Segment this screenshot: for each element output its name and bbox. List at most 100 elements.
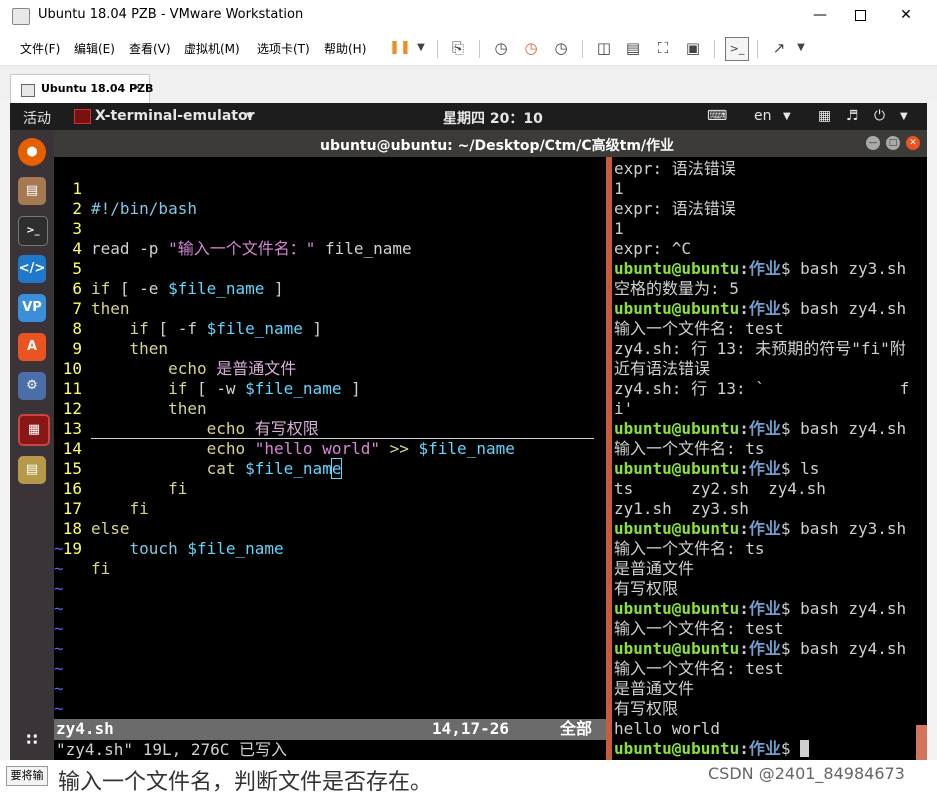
command-text: $ ls [780, 459, 820, 478]
prompt-dir: 作业 [748, 639, 781, 658]
prompt-dir: 作业 [748, 259, 781, 278]
code-line: 9 echo 是普通文件 [54, 319, 606, 378]
code-line: 16 fi [54, 459, 606, 518]
empty-line-tilde: ~ [54, 679, 64, 698]
menu-tabs[interactable]: 选项卡(T) [257, 40, 310, 57]
terminal-icon[interactable]: >_ [18, 216, 48, 246]
empty-line-tilde: ~ [54, 539, 64, 558]
clock[interactable]: 星期四 20：10 [443, 108, 543, 128]
output-line: 是普通文件 [614, 559, 695, 578]
visual-paradigm-icon[interactable]: VP [18, 294, 46, 322]
shell-scrollbar-thumb[interactable] [916, 725, 927, 760]
empty-line-tilde: ~ [54, 619, 64, 638]
prompt-line: ubuntu@ubuntu:作业$ ls [614, 459, 819, 479]
snapshot-manager-icon[interactable]: ◷ [550, 37, 572, 59]
full-screen-icon[interactable]: ◫ [593, 37, 615, 59]
code-line: 5 if [ -e $file_name ] [54, 239, 606, 298]
pause-icon[interactable]: ❚❚ [389, 37, 411, 59]
output-line: 空格的数量为: 5 [614, 279, 739, 298]
left-edge [0, 103, 10, 760]
output-line: 输入一个文件名: ts [614, 539, 765, 558]
language-indicator[interactable]: en [754, 108, 772, 124]
code-line: 4 [54, 219, 606, 258]
command-text: $ bash zy3.sh [780, 519, 907, 538]
terminal-minimize-icon[interactable]: — [866, 136, 880, 150]
terminal-view-icon[interactable]: >_ [725, 37, 749, 61]
code-line: 18 touch $file_name [54, 499, 606, 558]
menu-view[interactable]: 查看(V) [129, 40, 171, 57]
console-view-icon[interactable]: ▤ [622, 37, 644, 59]
code-line: 3 read -p "输入一个文件名：" file_name [54, 199, 606, 258]
output-line: zy4.sh: 行 13: ` f [614, 379, 910, 398]
x-terminal-icon[interactable]: ▦ [18, 414, 50, 446]
fit-window-icon[interactable]: ⛶ [652, 37, 674, 59]
shell-pane[interactable]: expr: 语法错误 1 expr: 语法错误 1 expr: ^C ubunt… [612, 157, 927, 760]
code-line: 2 [54, 179, 606, 218]
menu-edit[interactable]: 编辑(E) [74, 40, 115, 57]
command-text: $ bash zy4.sh [780, 639, 907, 658]
prompt-line: ubuntu@ubuntu:作业$ [614, 739, 810, 759]
activities-button[interactable]: 活动 [23, 108, 51, 128]
network-icon[interactable]: ▦ [818, 108, 831, 124]
menu-help[interactable]: 帮助(H) [324, 40, 366, 57]
software-center-icon[interactable]: A [18, 333, 46, 361]
unity-icon[interactable]: ▣ [682, 37, 704, 59]
code-line: 7 if [ -f $file_name ] [54, 279, 606, 338]
prompt-colon: : [739, 259, 749, 278]
toolbar-separator [582, 40, 583, 58]
file-manager-icon[interactable]: ▤ [18, 177, 46, 205]
prompt-colon: : [739, 519, 749, 538]
terminal-close-icon[interactable]: ✕ [906, 136, 920, 150]
code-line: 12 echo 有写权限 [54, 379, 606, 438]
snapshot-icon[interactable]: ◷ [490, 37, 512, 59]
vm-titlebar: Ubuntu 18.04 PZB - VMware Workstation — … [0, 0, 937, 31]
output-line: expr: ^C [614, 239, 692, 258]
vm-tab[interactable]: Ubuntu 18.04 PZB ✕ [10, 74, 153, 104]
prompt-dir: 作业 [748, 419, 781, 438]
prompt-line: ubuntu@ubuntu:作业$ bash zy3.sh [614, 259, 906, 279]
terminal-maximize-icon[interactable]: □ [886, 136, 900, 150]
app-menu[interactable]: X-terminal-emulator [95, 108, 254, 124]
prompt-dir: 作业 [748, 459, 781, 478]
system-menu-arrow-icon[interactable]: ▼ [900, 111, 908, 122]
revert-snapshot-icon[interactable]: ◷ [520, 37, 542, 59]
power-icon[interactable]: ⏻ [874, 108, 885, 124]
menu-vm[interactable]: 虚拟机(M) [184, 40, 240, 57]
terminal-title: ubuntu@ubuntu: ~/Desktop/Ctm/C高级tm/作业 [320, 138, 675, 154]
send-keys-icon[interactable]: ⎘ [447, 37, 469, 59]
right-edge [927, 103, 937, 760]
output-line: 输入一个文件名: test [614, 319, 784, 338]
tooltip: 要将输 [6, 766, 48, 786]
vscode-icon[interactable]: </> [18, 255, 46, 283]
gnome-top-bar: 活动 X-terminal-emulator ▼ 星期四 20：10 ⌨ en … [10, 103, 927, 130]
dropdown-arrow-icon[interactable]: ▼ [410, 37, 432, 59]
output-line: zy1.sh zy3.sh [614, 499, 749, 518]
vim-editor[interactable]: 1 #!/bin/bash 2 3 read -p "输入一个文件名：" fil… [54, 157, 606, 760]
vim-cmdline[interactable]: "zy4.sh" 19L, 276C 已写入 [54, 740, 606, 760]
prompt-dir: 作业 [748, 519, 781, 538]
close-icon[interactable]: ✕ [883, 0, 929, 31]
toolbar-separator [437, 40, 438, 58]
stretch-icon[interactable]: ↗ [768, 37, 790, 59]
prompt-colon: : [739, 299, 749, 318]
prompt-dir: 作业 [748, 739, 781, 758]
volume-icon[interactable]: ♬ [846, 108, 859, 124]
tab-close-icon[interactable]: ✕ [133, 81, 142, 94]
app-menu-arrow-icon[interactable]: ▼ [246, 111, 254, 122]
prompt-line: ubuntu@ubuntu:作业$ bash zy4.sh [614, 639, 906, 659]
prompt-user: ubuntu@ubuntu [614, 599, 740, 618]
output-line: expr: 语法错误 [614, 199, 736, 218]
settings-icon[interactable]: ⚙ [18, 372, 46, 400]
archive-icon[interactable]: ▤ [18, 456, 46, 484]
show-applications-icon[interactable]: ∷ [18, 726, 46, 754]
maximize-icon[interactable] [837, 0, 883, 31]
keyboard-icon[interactable]: ⌨ [707, 108, 727, 124]
lang-arrow-icon[interactable]: ▼ [783, 111, 791, 122]
status-position: 14,17-26 [432, 719, 510, 738]
empty-line-tilde: ~ [54, 599, 64, 618]
code-line: 6 then [54, 259, 606, 318]
firefox-icon[interactable]: ● [18, 138, 46, 166]
output-line: 有写权限 [614, 579, 679, 598]
dropdown-arrow-icon[interactable]: ▼ [790, 37, 812, 59]
menu-file[interactable]: 文件(F) [20, 40, 60, 57]
